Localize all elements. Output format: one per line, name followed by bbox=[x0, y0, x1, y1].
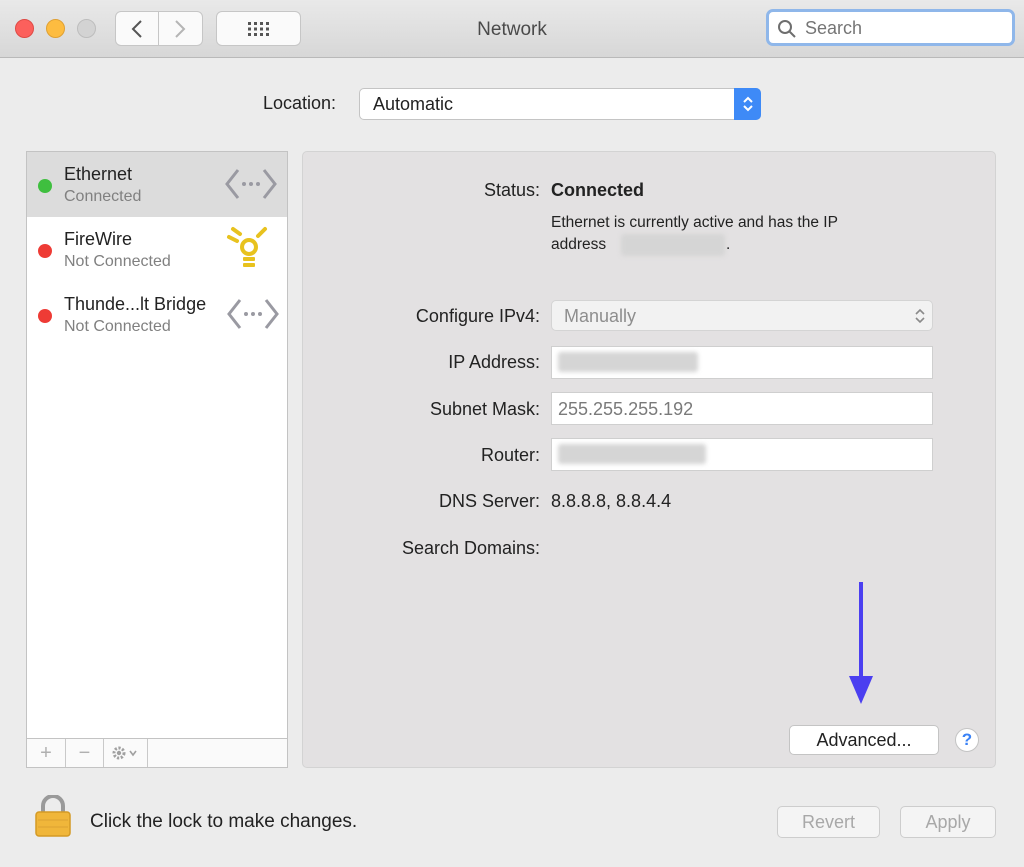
dns-server-label: DNS Server: bbox=[438, 491, 540, 511]
title-bar: Network bbox=[0, 0, 1024, 58]
apply-button[interactable]: Apply bbox=[900, 806, 996, 838]
redacted-ip bbox=[621, 234, 725, 256]
up-down-chevrons-icon bbox=[915, 308, 925, 324]
service-name: FireWire bbox=[64, 229, 132, 249]
advanced-button[interactable]: Advanced... bbox=[789, 725, 939, 755]
location-select[interactable]: Automatic bbox=[359, 88, 761, 120]
lock-message: Click the lock to make changes. bbox=[90, 811, 358, 832]
chevron-left-icon bbox=[131, 19, 142, 38]
status-description: Ethernet is currently active and has the… bbox=[551, 214, 838, 231]
zoom-window-button[interactable] bbox=[77, 19, 96, 38]
action-menu-button[interactable] bbox=[104, 739, 148, 767]
forward-button[interactable] bbox=[159, 12, 201, 45]
status-dot-icon bbox=[38, 244, 52, 258]
redacted-ip bbox=[558, 352, 698, 372]
service-name: Thunde...lt Bridge bbox=[64, 294, 207, 314]
revert-button[interactable]: Revert bbox=[777, 806, 880, 838]
gear-menu-icon bbox=[112, 746, 137, 760]
service-item-thunderbolt-bridge[interactable]: Thunde...lt Bridge Not Connected bbox=[27, 282, 287, 347]
services-toolbar: + − bbox=[27, 738, 287, 767]
window-title: Network bbox=[477, 19, 547, 40]
help-button[interactable]: ? bbox=[955, 728, 979, 752]
redacted-router bbox=[558, 444, 706, 464]
lock-icon[interactable] bbox=[34, 795, 72, 837]
search-domains-label: Search Domains: bbox=[401, 538, 540, 558]
add-service-button[interactable]: + bbox=[27, 739, 66, 767]
grid-icon bbox=[247, 21, 269, 36]
up-down-chevrons-icon bbox=[742, 96, 753, 112]
minimize-window-button[interactable] bbox=[46, 19, 65, 38]
status-description-address: address bbox=[551, 236, 607, 253]
status-dot-icon bbox=[38, 309, 52, 323]
service-detail-pane: Status: Connected Ethernet is currently … bbox=[302, 151, 996, 768]
ip-address-field[interactable] bbox=[551, 346, 933, 379]
subnet-mask-field[interactable]: 255.255.255.192 bbox=[551, 392, 933, 425]
configure-ipv4-label: Configure IPv4: bbox=[415, 306, 540, 326]
status-value: Connected bbox=[551, 180, 645, 200]
service-status: Connected bbox=[64, 188, 142, 205]
location-value: Automatic bbox=[373, 94, 454, 114]
ethernet-arrows-icon bbox=[227, 299, 279, 329]
search-field[interactable] bbox=[766, 9, 1015, 46]
status-label: Status: bbox=[483, 180, 540, 200]
firewire-icon bbox=[227, 227, 267, 267]
subnet-mask-label: Subnet Mask: bbox=[429, 399, 540, 419]
remove-service-button[interactable]: − bbox=[66, 739, 104, 767]
router-label: Router: bbox=[480, 445, 540, 465]
configure-ipv4-select[interactable]: Manually bbox=[551, 300, 933, 331]
back-button[interactable] bbox=[116, 12, 159, 45]
search-icon bbox=[778, 20, 796, 38]
service-status: Not Connected bbox=[64, 253, 171, 270]
show-all-button[interactable] bbox=[216, 11, 301, 46]
ethernet-arrows-icon bbox=[225, 169, 277, 199]
annotation-arrow-icon bbox=[849, 582, 873, 704]
configure-ipv4-value: Manually bbox=[564, 306, 637, 326]
service-status: Not Connected bbox=[64, 318, 171, 335]
service-name: Ethernet bbox=[64, 164, 133, 184]
select-stepper-icon bbox=[734, 88, 761, 120]
service-item-ethernet[interactable]: Ethernet Connected bbox=[27, 152, 287, 217]
dns-server-value: 8.8.8.8, 8.8.4.4 bbox=[551, 491, 672, 511]
search-input[interactable] bbox=[805, 16, 1005, 40]
location-label: Location: bbox=[263, 93, 337, 113]
ip-address-label: IP Address: bbox=[448, 352, 540, 372]
close-window-button[interactable] bbox=[15, 19, 34, 38]
period: . bbox=[726, 236, 731, 253]
subnet-mask-value: 255.255.255.192 bbox=[558, 399, 694, 419]
navigation-buttons bbox=[115, 11, 203, 46]
chevron-right-icon bbox=[175, 19, 186, 38]
network-services-list: Ethernet Connected FireWire Not Connecte… bbox=[26, 151, 288, 768]
router-field[interactable] bbox=[551, 438, 933, 471]
service-item-firewire[interactable]: FireWire Not Connected bbox=[27, 217, 287, 282]
status-dot-icon bbox=[38, 179, 52, 193]
